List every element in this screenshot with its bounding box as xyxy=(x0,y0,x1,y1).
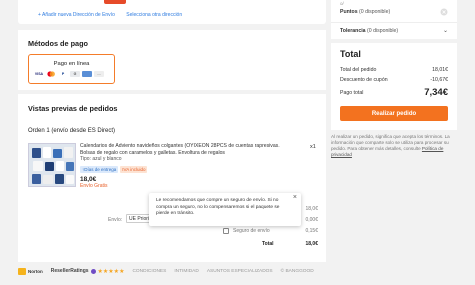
footer-link-conditions[interactable]: CONDICIONES xyxy=(132,269,166,274)
insurance-label: Seguro de envío xyxy=(233,228,270,234)
tolerance-label: Tolerancia xyxy=(340,28,366,34)
footer-link-specialized[interactable]: ASUNTOS ESPECIALIZADOS xyxy=(207,269,273,274)
order-total-row-label: Total del pedido xyxy=(340,67,377,73)
address-links: + Añadir nueva Dirección de Envío Selecc… xyxy=(38,12,192,18)
tolerance-row[interactable]: Tolerancia (0 disponible) xyxy=(340,28,398,34)
reseller-label: ResellerRatings xyxy=(50,268,89,274)
select-address-link[interactable]: Selecciona otra dirección xyxy=(126,12,182,18)
payment-total-value: 7,34€ xyxy=(424,87,448,98)
rating-stars-icon: ★★★★★ xyxy=(97,268,125,275)
payment-icons: VISA P G … xyxy=(34,71,104,77)
place-order-button[interactable]: Realizar pedido xyxy=(340,106,448,121)
gpay-icon: G xyxy=(70,71,80,77)
add-address-link[interactable]: + Añadir nueva Dirección de Envío xyxy=(38,12,115,18)
points-toggle-icon[interactable] xyxy=(440,8,448,18)
legal-notice: Al realizar un pedido, significa que ace… xyxy=(331,134,457,158)
summary-gap xyxy=(331,39,457,43)
card-icon xyxy=(82,71,92,77)
address-tag xyxy=(104,0,126,4)
tooltip-text: Le recomendamos que compre un seguro de … xyxy=(156,198,280,216)
paypal-icon: P xyxy=(61,72,65,76)
address-card: + Añadir nueva Dirección de Envío Selecc… xyxy=(18,0,326,24)
order-header: Orden 1 (envío desde ES Direct) xyxy=(28,128,116,134)
shipping-label: Envío: xyxy=(108,217,123,223)
summary-title: Total xyxy=(340,49,361,59)
vat-badge: IVA incluido xyxy=(120,166,148,173)
mastercard-icon xyxy=(46,71,56,77)
more-payments-icon: … xyxy=(94,71,104,77)
points-label: Puntos xyxy=(340,9,358,15)
chevron-down-icon[interactable]: ⌄ xyxy=(443,27,448,34)
reseller-ratings[interactable]: ResellerRatings ★★★★★ xyxy=(51,268,125,275)
product-title[interactable]: Calendarios de Adviento navideños colgan… xyxy=(80,143,285,156)
product-shipping: Envío Gratis xyxy=(80,183,108,189)
visa-icon: VISA xyxy=(34,72,44,76)
payment-total-label: Pago total xyxy=(340,90,364,96)
orders-title: Vistas previas de pedidos xyxy=(28,104,118,113)
summary-top-small: o/ xyxy=(340,1,344,6)
insurance-tooltip: Le recomendamos que compre un seguro de … xyxy=(149,193,301,226)
product-price: 18,0€ xyxy=(80,176,97,183)
close-icon[interactable]: × xyxy=(293,194,297,201)
product-quantity: x1 xyxy=(310,144,316,150)
payment-title: Métodos de pago xyxy=(28,39,88,48)
tolerance-detail: (0 disponible) xyxy=(367,28,399,34)
coupon-discount-value: -10,67€ xyxy=(430,77,448,83)
online-payment-option[interactable]: Pago en línea VISA P G … xyxy=(28,54,115,84)
coupon-discount-label: Descuento de cupón xyxy=(340,77,388,83)
reseller-badge-icon xyxy=(90,268,96,274)
norton-check-icon xyxy=(18,267,26,275)
order-total-row-value: 18,01€ xyxy=(432,67,448,73)
product-variant: Tipo: azul y blanco xyxy=(80,156,122,162)
footer: Norton ResellerRatings ★★★★★ CONDICIONES… xyxy=(18,264,314,278)
insurance-cost-value: 0,15€ xyxy=(305,228,318,234)
order-total-label: Total xyxy=(262,241,274,247)
summary-divider xyxy=(331,22,457,23)
insurance-checkbox[interactable] xyxy=(223,228,229,234)
online-payment-label: Pago en línea xyxy=(53,61,90,67)
payment-card: Métodos de pago Pago en línea VISA P G … xyxy=(18,30,326,90)
norton-logo: Norton xyxy=(18,267,43,275)
footer-copyright: © BANGGOOD xyxy=(280,268,314,274)
points-row[interactable]: Puntos (0 disponible) xyxy=(340,9,390,15)
product-image[interactable] xyxy=(28,143,76,187)
order-total-value: 18,0€ xyxy=(305,241,318,247)
footer-link-privacy[interactable]: INTIMIDAD xyxy=(174,269,199,274)
orders-card: Vistas previas de pedidos Orden 1 (envío… xyxy=(18,94,326,262)
subtotal-value: 18,0€ xyxy=(305,206,318,212)
summary-card: o/ Puntos (0 disponible) Tolerancia (0 d… xyxy=(331,0,457,130)
delivery-badge: ↑Días de entrega xyxy=(80,166,119,173)
points-detail: (0 disponible) xyxy=(359,9,391,15)
norton-brand: Norton xyxy=(28,268,43,274)
shipping-cost-value: 0,00€ xyxy=(305,217,318,223)
product-badges: ↑Días de entrega IVA incluido xyxy=(80,166,148,173)
